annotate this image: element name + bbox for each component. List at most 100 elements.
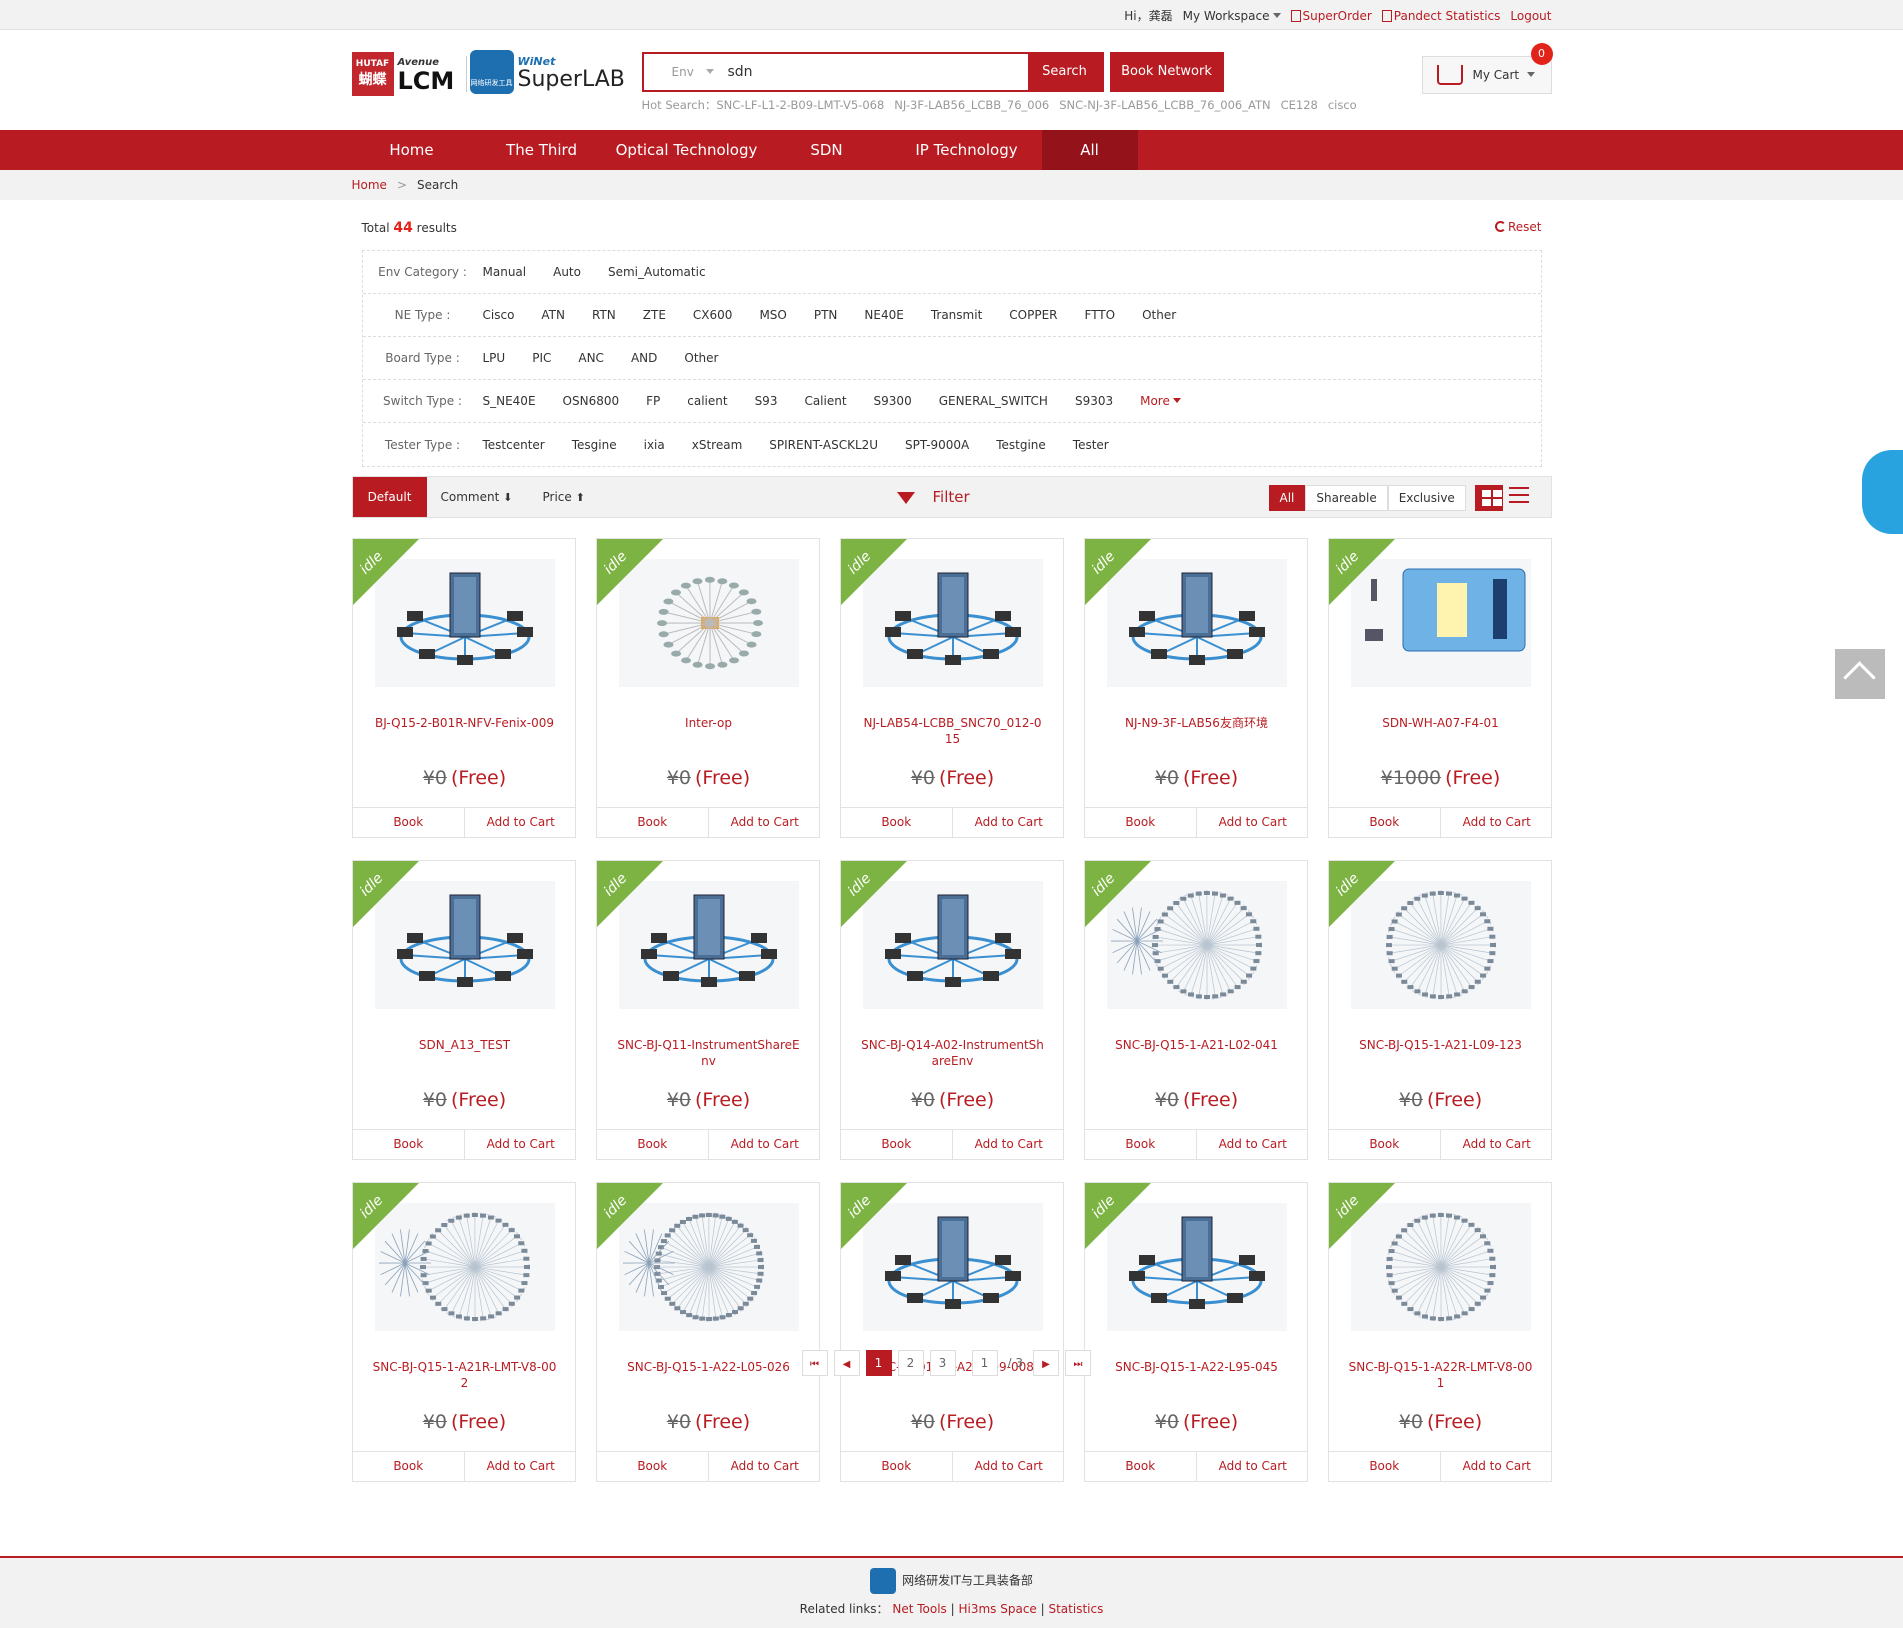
superorder-link[interactable]: SuperOrder <box>1290 9 1372 23</box>
filter-option[interactable]: Tesgine <box>572 438 617 452</box>
book-button[interactable]: Book <box>1329 1452 1441 1481</box>
book-button[interactable]: Book <box>841 1130 953 1159</box>
product-name[interactable]: NJ-N9-3F-LAB56友商环境 <box>1105 715 1289 731</box>
book-button[interactable]: Book <box>353 1130 465 1159</box>
add-to-cart-button[interactable]: Add to Cart <box>465 808 575 837</box>
filter-option[interactable]: S9300 <box>874 394 912 408</box>
filter-option[interactable]: RTN <box>592 308 616 322</box>
product-name[interactable]: SNC-BJ-Q15-1-A22-L95-045 <box>1105 1359 1289 1375</box>
page-3[interactable]: 3 <box>929 1350 956 1376</box>
filter-option[interactable]: PTN <box>814 308 838 322</box>
grid-view-icon[interactable] <box>1474 485 1503 511</box>
page-2[interactable]: 2 <box>897 1350 924 1376</box>
lcm-logo[interactable]: HUTAF 蝴蝶 Avenue LCM <box>351 52 454 96</box>
filter-option[interactable]: S9303 <box>1075 394 1113 408</box>
add-to-cart-button[interactable]: Add to Cart <box>1441 808 1551 837</box>
product-card[interactable]: idle SDN_A13_TEST ¥0 (Free) Book Add to Cart <box>351 860 576 1160</box>
product-card[interactable]: idle SNC-BJ-Q15-1-A21-L02-041 ¥0 (Free) Book… <box>1083 860 1308 1160</box>
logout-link[interactable]: Logout <box>1510 9 1551 23</box>
filter-option[interactable]: Auto <box>553 265 581 279</box>
filter-option[interactable]: ANC <box>578 351 604 365</box>
book-button[interactable]: Book <box>1085 808 1197 837</box>
share-exclusive[interactable]: Exclusive <box>1387 485 1466 511</box>
filter-option[interactable]: ZTE <box>643 308 666 322</box>
add-to-cart-button[interactable]: Add to Cart <box>709 1130 819 1159</box>
product-name[interactable]: SNC-BJ-Q15-1-A21-L02-041 <box>1105 1037 1289 1053</box>
footer-link-statistics[interactable]: Statistics <box>1048 1602 1103 1616</box>
more-button[interactable]: More <box>1140 394 1181 408</box>
product-name[interactable]: SNC-BJ-Q11-InstrumentShareEnv <box>617 1037 801 1069</box>
filter-option[interactable]: S_NE40E <box>483 394 536 408</box>
add-to-cart-button[interactable]: Add to Cart <box>1441 1130 1551 1159</box>
nav-the-third[interactable]: The Third <box>472 130 612 170</box>
book-button[interactable]: Book <box>1085 1130 1197 1159</box>
my-workspace-menu[interactable]: My Workspace <box>1183 9 1281 23</box>
hot-search-link[interactable]: SNC-LF-L1-2-B09-LMT-V5-068 <box>716 98 884 112</box>
add-to-cart-button[interactable]: Add to Cart <box>1197 1452 1307 1481</box>
search-button[interactable]: Search <box>1027 54 1102 90</box>
filter-option[interactable]: Manual <box>483 265 527 279</box>
filter-option[interactable]: S93 <box>755 394 778 408</box>
add-to-cart-button[interactable]: Add to Cart <box>465 1452 575 1481</box>
add-to-cart-button[interactable]: Add to Cart <box>953 808 1063 837</box>
filter-option[interactable]: calient <box>687 394 727 408</box>
filter-option[interactable]: LPU <box>483 351 506 365</box>
product-card[interactable]: idle SDN-WH-A07-F4-01 ¥1000 (Free) Book Add t… <box>1327 538 1552 838</box>
product-card[interactable]: idle SNC-BJ-Q14-A02-InstrumentShareEnv ¥0(… <box>839 860 1064 1160</box>
book-button[interactable]: Book <box>1329 808 1441 837</box>
filter-option[interactable]: Other <box>1142 308 1176 322</box>
add-to-cart-button[interactable]: Add to Cart <box>1197 1130 1307 1159</box>
filter-option[interactable]: GENERAL_SWITCH <box>939 394 1048 408</box>
product-card[interactable]: idle SNC-BJ-Q15-1-A22R-LMT-V8-001 ¥0 (Free)… <box>1327 1182 1552 1482</box>
footer-link-hi3ms-space[interactable]: Hi3ms Space <box>958 1602 1036 1616</box>
mascot-helper-icon[interactable] <box>1862 450 1903 534</box>
book-button[interactable]: Book <box>841 1452 953 1481</box>
footer-link-net-tools[interactable]: Net Tools <box>892 1602 946 1616</box>
product-card[interactable]: idleSNC-BJ-Q15-1-A22-L09-008¥0(Free)Book… <box>839 1182 1064 1482</box>
book-button[interactable]: Book <box>1085 1452 1197 1481</box>
filter-option[interactable]: FP <box>646 394 660 408</box>
product-name[interactable]: SNC-BJ-Q15-1-A22-L05-026 <box>617 1359 801 1375</box>
share-all[interactable]: All <box>1268 485 1306 511</box>
nav-home[interactable]: Home <box>352 130 472 170</box>
sort-price[interactable]: Price ⬆ <box>543 477 585 517</box>
list-view-icon[interactable] <box>1508 487 1529 507</box>
first-page-button[interactable]: ⏮ <box>801 1350 828 1376</box>
product-name[interactable]: SNC-BJ-Q15-1-A21-L09-123 <box>1349 1037 1533 1053</box>
nav-sdn[interactable]: SDN <box>762 130 892 170</box>
product-card[interactable]: idle SNC-BJ-Q15-1-A21-L09-123 ¥0 (Free) Book… <box>1327 860 1552 1160</box>
filter-option[interactable]: SPT-9000A <box>905 438 969 452</box>
product-card[interactable]: idle BJ-Q15-2-B01R-NFV-Fenix-009 ¥0 (Free) B… <box>351 538 576 838</box>
book-button[interactable]: Book <box>1329 1130 1441 1159</box>
filter-option[interactable]: Transmit <box>931 308 982 322</box>
last-page-button[interactable]: ⏭ <box>1065 1350 1091 1376</box>
filter-option[interactable]: Other <box>684 351 718 365</box>
reset-button[interactable]: Reset <box>1494 220 1542 234</box>
prev-page-button[interactable]: ◀ <box>833 1350 860 1376</box>
nav-ip-technology[interactable]: IP Technology <box>892 130 1042 170</box>
add-to-cart-button[interactable]: Add to Cart <box>1441 1452 1551 1481</box>
product-card[interactable]: idle SNC-BJ-Q11-InstrumentShareEnv ¥0 (Free… <box>595 860 820 1160</box>
book-button[interactable]: Book <box>597 1130 709 1159</box>
hot-search-link[interactable]: cisco <box>1328 98 1357 112</box>
filter-option[interactable]: NE40E <box>864 308 903 322</box>
book-network-button[interactable]: Book Network <box>1109 52 1224 92</box>
filter-option[interactable]: COPPER <box>1009 308 1057 322</box>
filter-option[interactable]: SPIRENT-ASCKL2U <box>769 438 878 452</box>
hot-search-link[interactable]: CE128 <box>1281 98 1318 112</box>
nav-all[interactable]: All <box>1041 130 1138 170</box>
product-card[interactable]: idle Inter-op ¥0 (Free) Book Add to Cart <box>595 538 820 838</box>
add-to-cart-button[interactable]: Add to Cart <box>1197 808 1307 837</box>
product-card[interactable]: idle SNC-BJ-Q15-1-A22-L05-026 ¥0 (Free) Book… <box>595 1182 820 1482</box>
add-to-cart-button[interactable]: Add to Cart <box>953 1130 1063 1159</box>
add-to-cart-button[interactable]: Add to Cart <box>953 1452 1063 1481</box>
product-name[interactable]: SNC-BJ-Q15-1-A22R-LMT-V8-001 <box>1349 1359 1533 1391</box>
hot-search-link[interactable]: SNC-NJ-3F-LAB56_LCBB_76_006_ATN <box>1059 98 1270 112</box>
filter-toggle[interactable]: Filter <box>896 477 970 517</box>
book-button[interactable]: Book <box>597 808 709 837</box>
filter-option[interactable]: ixia <box>644 438 665 452</box>
product-name[interactable]: Inter-op <box>617 715 801 731</box>
filter-option[interactable]: AND <box>631 351 657 365</box>
filter-option[interactable]: xStream <box>692 438 743 452</box>
book-button[interactable]: Book <box>353 808 465 837</box>
